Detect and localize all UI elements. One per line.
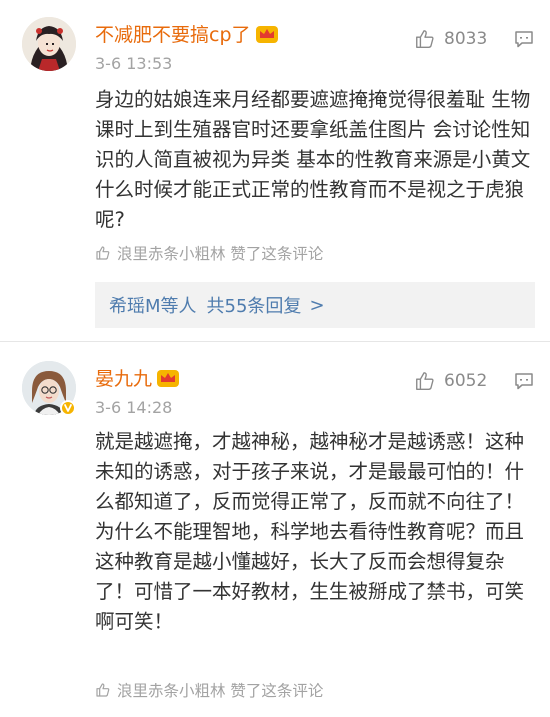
- username[interactable]: 晏九九: [95, 366, 180, 392]
- liked-by-text: 浪里赤条小粗林 赞了这条评论: [117, 245, 324, 263]
- liked-by[interactable]: 浪里赤条小粗林 赞了这条评论: [95, 679, 323, 701]
- reply-icon[interactable]: [514, 30, 534, 48]
- timestamp: 3-6 14:28: [95, 398, 173, 417]
- username-text[interactable]: 晏九九: [95, 368, 152, 390]
- username[interactable]: 不减肥不要搞cp了: [95, 22, 279, 48]
- like-button[interactable]: 8033: [414, 26, 487, 52]
- thumb-up-icon: [96, 246, 110, 260]
- timestamp: 3-6 13:53: [95, 54, 173, 73]
- reply-icon[interactable]: [514, 372, 534, 390]
- avatar[interactable]: [22, 17, 76, 71]
- comment-item: 不减肥不要搞cp了 3-6 13:53 8033 身边的姑娘连来月经都要遮遮掩掩…: [0, 0, 550, 340]
- thumb-up-icon: [96, 683, 110, 697]
- replies-who: 希瑶M等人: [109, 296, 197, 317]
- replies-count-link[interactable]: 共55条回复: [207, 292, 302, 318]
- like-count: 8033: [444, 29, 488, 49]
- like-count: 6052: [444, 371, 488, 391]
- crown-icon: [255, 26, 278, 43]
- thumb-up-icon: [416, 30, 434, 48]
- comment-text: 就是越遮掩，才越神秘，越神秘才是越诱惑！这种未知的诱惑，对于孩子来说，才是最最可…: [95, 430, 525, 633]
- liked-by-text: 浪里赤条小粗林 赞了这条评论: [117, 682, 324, 700]
- comment-text: 身边的姑娘连来月经都要遮遮掩掩觉得很羞耻 生物课时上到生殖器官时还要拿纸盖住图片…: [95, 88, 531, 231]
- replies-summary[interactable]: 希瑶M等人 共55条回复 >: [95, 282, 535, 328]
- liked-by[interactable]: 浪里赤条小粗林 赞了这条评论: [95, 242, 323, 264]
- verified-badge-icon: [60, 400, 76, 416]
- thumb-up-icon: [416, 372, 434, 390]
- crown-icon: [157, 370, 180, 387]
- chevron-right-icon: >: [309, 294, 325, 316]
- comment-item: 晏九九 3-6 14:28 6052 就是越遮掩，才越神秘，越神秘才是越诱惑！这…: [0, 342, 550, 717]
- like-button[interactable]: 6052: [414, 368, 487, 394]
- username-text[interactable]: 不减肥不要搞cp了: [95, 24, 251, 46]
